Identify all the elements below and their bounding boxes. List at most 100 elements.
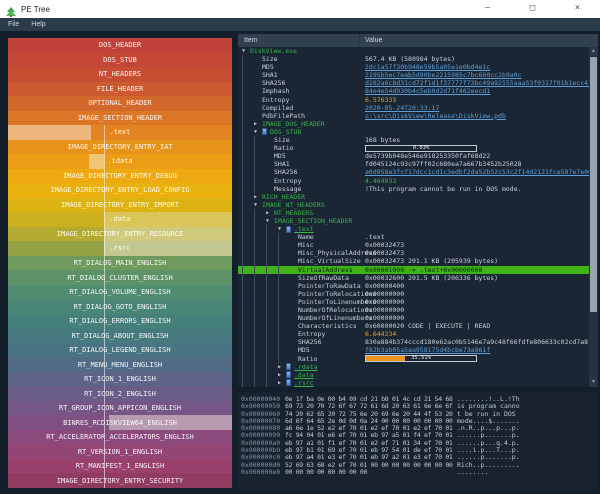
tree-row-ratio[interactable]: Ratio 0.03% xyxy=(238,144,589,153)
tree-item-name[interactable]: IMAGE_SECTION_HEADER xyxy=(274,217,352,225)
tree-row-sha256[interactable]: SHA256 d282a6c8d31cd72f1d1f37777f73bc49a9… xyxy=(238,79,589,88)
tree-row--text[interactable]: ▼ .text xyxy=(238,225,589,234)
tree-item-name[interactable]: .rsrc xyxy=(294,379,314,387)
map-block-rt-manifest-1-english[interactable]: RT_MANIFEST_1_ENGLISH xyxy=(8,458,232,474)
tree-item-value[interactable]: 2020-05-24T20:33:17 xyxy=(365,104,439,112)
map-block--text[interactable]: .text xyxy=(8,125,232,140)
tree-row-md5[interactable]: MD5 de5739b048e546e918253350faf68d22 xyxy=(238,152,589,161)
tree-item-value[interactable]: 2dc1a57f30b948e59b5a05e1e0bd4e1c xyxy=(365,63,490,71)
tree-item-name[interactable]: NT_HEADERS xyxy=(274,209,313,217)
tree-row-misc-physicaladdress[interactable]: Misc_PhysicalAddress 0x00032473 xyxy=(238,249,589,258)
tree-item-value[interactable]: f82b3ab05a5aa958175d4bcbe73a861f xyxy=(365,346,490,354)
map-block-image-section-header[interactable]: IMAGE_SECTION_HEADER xyxy=(8,110,232,126)
map-block-rt-dialog-volume-english[interactable]: RT_DIALOG_VOLUME_ENGLISH xyxy=(8,284,232,300)
tree-row--rdata[interactable]: ▶ .rdata xyxy=(238,362,589,371)
tree-row-name[interactable]: Name .text xyxy=(238,233,589,242)
map-block--data[interactable]: .data xyxy=(8,212,232,227)
tree-item-name[interactable]: .rdata xyxy=(294,363,317,371)
tree-item-value[interactable]: d282a6c8d31cd72f1d1f37777f73bc49a92555aa… xyxy=(365,79,589,87)
map-block-rt-icon-1-english[interactable]: RT_ICON_1_ENGLISH xyxy=(8,371,232,387)
tree-row-rich-header[interactable]: ▶ RICH_HEADER xyxy=(238,192,589,201)
tree-row--rsrc[interactable]: ▶ .rsrc xyxy=(238,378,589,387)
map-block-image-directory-entry-iat[interactable]: IMAGE_DIRECTORY_ENTRY_IAT xyxy=(8,139,232,155)
tree-row-misc-virtualsize[interactable]: Misc_VirtualSize 0x00032473 201.1 KB (205… xyxy=(238,257,589,266)
tree-row-image-nt-headers[interactable]: ▼ IMAGE_NT_HEADERS xyxy=(238,200,589,209)
map-block-rt-dialog-goto-english[interactable]: RT_DIALOG_GOTO_ENGLISH xyxy=(8,299,232,314)
tree-row-numberoflinenumbers[interactable]: NumberOfLinenumbers 0x00000000 xyxy=(238,314,589,323)
tree-row-diskview-exe[interactable]: ▼ DiskView.exe xyxy=(238,47,589,55)
map-block-optional-header[interactable]: OPTIONAL_HEADER xyxy=(8,96,232,111)
tree-item-name[interactable]: DOS_STUB xyxy=(270,128,301,136)
collapse-icon[interactable]: ▼ xyxy=(242,47,250,55)
map-block-rt-dialog-about-english[interactable]: RT_DIALOG_ABOUT_ENGLISH xyxy=(8,328,232,343)
tree-item-name[interactable]: .data xyxy=(294,371,314,379)
tree-row-size[interactable]: Size 567.4 KB (580984 bytes) xyxy=(238,55,589,64)
expand-icon[interactable]: ▶ xyxy=(266,209,274,217)
expand-icon[interactable]: ▶ xyxy=(254,120,262,128)
map-block--rsrc[interactable]: .rsrc xyxy=(8,241,232,256)
tree-row-sizeofrawdata[interactable]: SizeOfRawData 0x00032600 201.5 KB (206336… xyxy=(238,273,589,282)
close-button[interactable]: × xyxy=(555,0,600,18)
map-block-dos-stub[interactable]: DOS_STUB xyxy=(8,52,232,68)
tree-item-name[interactable]: IMAGE_DOS_HEADER xyxy=(262,120,325,128)
tree-row-image-dos-header[interactable]: ▶ IMAGE_DOS_HEADER xyxy=(238,119,589,128)
map-block-rt-dialog-errors-english[interactable]: RT_DIALOG_ERRORS_ENGLISH xyxy=(8,313,232,329)
tree-item-name[interactable]: IMAGE_NT_HEADERS xyxy=(262,201,325,209)
map-block-rt-icon-2-english[interactable]: RT_ICON_2_ENGLISH xyxy=(8,386,232,401)
tree-item-value[interactable]: a0d958e3fcf17dcc1cd1c3edbf2da52b52c53c2f… xyxy=(365,168,589,176)
expand-icon[interactable]: ▶ xyxy=(278,379,286,387)
map-block-image-directory-entry-import[interactable]: IMAGE_DIRECTORY_ENTRY_IMPORT xyxy=(8,197,232,213)
expand-icon[interactable]: ▶ xyxy=(254,193,262,201)
map-block-image-directory-entry-load-config[interactable]: IMAGE_DIRECTORY_ENTRY_LOAD_CONFIG xyxy=(8,183,232,198)
map-block-rt-group-icon-appicon-english[interactable]: RT_GROUP_ICON_APPICON_ENGLISH xyxy=(8,400,232,416)
menu-file[interactable]: File xyxy=(8,21,19,28)
map-block-image-directory-entry-debug[interactable]: IMAGE_DIRECTORY_ENTRY_DEBUG xyxy=(8,168,232,184)
expand-icon[interactable]: ▶ xyxy=(278,363,286,371)
map-block-image-directory-entry-resource[interactable]: IMAGE_DIRECTORY_ENTRY_RESOURCE xyxy=(8,226,232,242)
tree-item-value[interactable]: c:\src\DiskView\Release\DiskView.pdb xyxy=(365,112,506,120)
map-block--idata[interactable]: .idata xyxy=(8,154,232,169)
map-block-rt-dialog-main-english[interactable]: RT_DIALOG_MAIN_ENGLISH xyxy=(8,255,232,271)
tree-item-name[interactable]: .text xyxy=(294,225,314,233)
tree-row-compiled[interactable]: Compiled 2020-05-24T20:33:17 xyxy=(238,103,589,112)
column-header-value[interactable]: Value xyxy=(365,34,382,47)
collapse-icon[interactable]: ▼ xyxy=(278,225,286,233)
tree-row-message[interactable]: Message !This program cannot be run in DO… xyxy=(238,184,589,193)
tree-row-image-section-header[interactable]: ▼ IMAGE_SECTION_HEADER xyxy=(238,216,589,226)
expand-icon[interactable]: ▶ xyxy=(278,371,286,379)
tree-row--data[interactable]: ▶ .data xyxy=(238,370,589,379)
tree-row-pdbfilepath[interactable]: PdbFilePath c:\src\DiskView\Release\DiskV… xyxy=(238,111,589,120)
map-block-rt-menu-menu-english[interactable]: RT_MENU_MENU_ENGLISH xyxy=(8,357,232,372)
tree-row-entropy[interactable]: Entropy 6.576333 xyxy=(238,95,589,104)
tree-row-sha256[interactable]: SHA256 a0d958e3fcf17dcc1cd1c3edbf2da52b52… xyxy=(238,168,589,177)
map-block-binres-rcdiskview64-english[interactable]: BINRES_RCDISKVIEW64_ENGLISH xyxy=(8,415,232,430)
tree-row-pointertolinenumbers[interactable]: PointerToLinenumbers 0x00000000 xyxy=(238,297,589,306)
map-block-dos-header[interactable]: DOS_HEADER xyxy=(8,38,232,53)
map-block-rt-accelerator-accelerators-english[interactable]: RT_ACCELERATOR_ACCELERATORS_ENGLISH xyxy=(8,429,232,445)
scrollbar-up-icon[interactable]: ▲ xyxy=(589,47,598,56)
scrollbar-down-icon[interactable]: ▼ xyxy=(589,378,598,387)
tree-row-virtualaddress[interactable]: VirtualAddress 0x00001000 -> .text+0x0000… xyxy=(238,265,589,274)
tree-row-nt-headers[interactable]: ▶ NT_HEADERS xyxy=(238,208,589,217)
map-block-rt-version-1-english[interactable]: RT_VERSION_1_ENGLISH xyxy=(8,444,232,459)
tree-row-md5[interactable]: MD5 f82b3ab05a5aa958175d4bcbe73a861f xyxy=(238,346,589,355)
map-block-image-directory-entry-security[interactable]: IMAGE_DIRECTORY_ENTRY_SECURITY xyxy=(8,473,232,488)
tree-row-entropy[interactable]: Entropy 4.464033 xyxy=(238,176,589,185)
minimize-button[interactable]: – xyxy=(465,0,510,18)
map-block-file-header[interactable]: FILE_HEADER xyxy=(8,81,232,97)
tree-row-characteristics[interactable]: Characteristics 0x60000020 CODE | EXECUTE… xyxy=(238,322,589,331)
tree-item-value[interactable]: 84e4e54d930b4c5eb0d2d71f462eecd1 xyxy=(365,87,490,95)
maximize-button[interactable]: □ xyxy=(510,0,555,18)
tree-row-pointertorawdata[interactable]: PointerToRawData 0x00000400 xyxy=(238,281,589,290)
map-block-rt-dialog-legend-english[interactable]: RT_DIALOG_LEGEND_ENGLISH xyxy=(8,342,232,358)
collapse-icon[interactable]: ▼ xyxy=(254,128,262,136)
tree-row-sha256[interactable]: SHA256 830a884b374cccd180e62ac0b5146e7a9c… xyxy=(238,338,589,347)
tree-row-dos-stub[interactable]: ▼ DOS_STUB xyxy=(238,127,589,137)
tree-item-name[interactable]: DiskView.exe xyxy=(250,47,297,55)
map-block-nt-headers[interactable]: NT_HEADERS xyxy=(8,67,232,82)
tree-row-entropy[interactable]: Entropy 6.644234 xyxy=(238,330,589,339)
tree-item-value[interactable]: 2195b5ec7eab5d90be2215985c7bc600cc2b9a0c xyxy=(365,71,522,79)
tree-row-sha1[interactable]: SHA1 fd045124c93c97ff02c680ea7a667b3452b2… xyxy=(238,160,589,169)
collapse-icon[interactable]: ▼ xyxy=(254,201,262,209)
tree-row-imphash[interactable]: Imphash 84e4e54d930b4c5eb0d2d71f462eecd1 xyxy=(238,87,589,96)
